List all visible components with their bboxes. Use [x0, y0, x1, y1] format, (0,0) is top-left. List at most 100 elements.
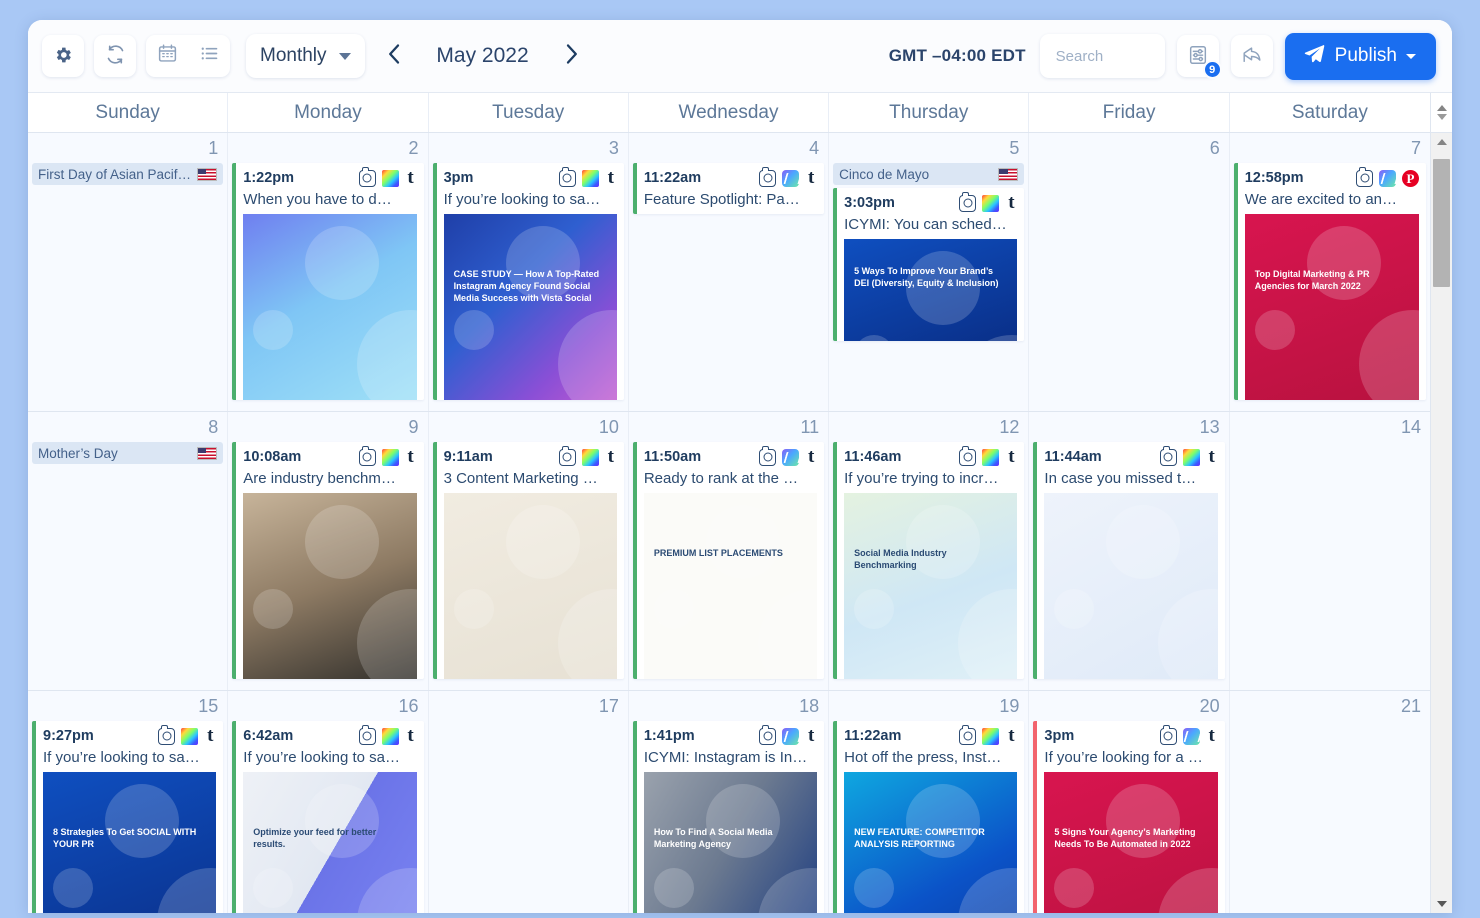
- post-network-icons: t: [358, 725, 417, 745]
- us-flag-icon: [197, 167, 218, 181]
- scrollbar-thumb[interactable]: [1433, 159, 1450, 287]
- day-of-week-wednesday: Wednesday: [629, 93, 830, 132]
- thumbnail-decoration: [958, 335, 1018, 341]
- day-number: 10: [598, 417, 619, 437]
- day-cell-18[interactable]: 18 1:41pm t ICYMI: Instagram is In… How To F…: [628, 691, 830, 913]
- scrollbar-track[interactable]: [1431, 151, 1452, 895]
- scheduled-post-card[interactable]: 1:41pm t ICYMI: Instagram is In… How To Fin…: [632, 721, 825, 913]
- scheduled-post-card[interactable]: 9:27pm t If you’re looking to sa… 8 Strateg…: [32, 721, 224, 913]
- scheduled-post-card[interactable]: 9:11am t 3 Content Marketing …: [432, 442, 624, 679]
- scheduled-post-card[interactable]: 12:58pm P We are excited to an… Top Digital…: [1233, 163, 1426, 400]
- day-cell-17[interactable]: 17: [428, 691, 629, 913]
- post-network-icons: t: [158, 725, 216, 745]
- day-cell-16[interactable]: 16 6:42am t If you’re looking to sa… Optimiz…: [228, 691, 429, 913]
- day-cell-7[interactable]: 7 12:58pm P We are excited to an… Top Digita…: [1229, 133, 1430, 411]
- calendar-scrollbar[interactable]: [1430, 93, 1452, 913]
- day-cell-20[interactable]: 20 3pm t If you’re looking for a … 5 Signs Y…: [1029, 691, 1230, 913]
- day-cell-14[interactable]: 14: [1229, 412, 1430, 690]
- search-input[interactable]: [1039, 34, 1165, 78]
- scheduled-post-card[interactable]: 10:08am t Are industry benchm…: [232, 442, 424, 679]
- day-of-week-friday: Friday: [1029, 93, 1230, 132]
- next-month-button[interactable]: [565, 43, 579, 70]
- day-cell-13[interactable]: 13 11:44am t In case you missed t…: [1029, 412, 1230, 690]
- scheduled-post-card[interactable]: 11:22am t Hot off the press, Inst… NEW FEAT…: [833, 721, 1025, 913]
- list-view-button[interactable]: [188, 35, 230, 77]
- calendar-week-row: 15 9:27pm t If you’re looking to sa… 8 Strat…: [28, 691, 1430, 913]
- scroll-down-button[interactable]: [1431, 895, 1452, 913]
- thumbnail-decoration: [1254, 310, 1295, 350]
- calendar-view-button[interactable]: [146, 35, 188, 77]
- scheduled-post-card[interactable]: 11:50am t Ready to rank at the … PREMIUM LI…: [632, 442, 825, 679]
- thumbnail-caption: 8 Strategies To Get SOCIAL WITH YOUR PR: [53, 827, 197, 849]
- day-cell-8[interactable]: 8 Mother’s Day: [28, 412, 229, 690]
- post-network-icons: P: [1356, 167, 1419, 187]
- current-month-label: May 2022: [436, 44, 529, 67]
- prev-month-button[interactable]: [387, 43, 401, 70]
- calendar-week-row: 1 First Day of Asian Pacif… 2 1:22pm t When y…: [28, 133, 1430, 412]
- day-number: 18: [799, 696, 820, 716]
- post-header: 1:41pm t: [643, 725, 817, 746]
- day-cell-4[interactable]: 4 11:22am t Feature Spotlight: Pa…: [628, 133, 830, 411]
- holiday-badge[interactable]: Mother’s Day: [32, 442, 224, 464]
- day-number: 21: [1400, 696, 1421, 716]
- scheduled-post-card[interactable]: 3pm t If you’re looking to sa… CASE STUDY —…: [432, 163, 624, 400]
- holiday-badge[interactable]: First Day of Asian Pacif…: [32, 163, 224, 185]
- post-time: 1:41pm: [643, 728, 695, 744]
- post-title: If you’re looking for a …: [1044, 749, 1203, 766]
- post-network-icons: t: [959, 446, 1017, 466]
- share-button[interactable]: [1230, 35, 1273, 77]
- thumbnail-caption: 5 Ways To Improve Your Brand’s DEI (Dive…: [854, 266, 999, 288]
- view-mode-dropdown[interactable]: Monthly: [246, 34, 365, 78]
- gear-icon: [53, 45, 73, 68]
- rainbow-square-icon: [982, 727, 1000, 745]
- post-title: ICYMI: You can sched…: [844, 216, 1007, 233]
- day-cell-2[interactable]: 2 1:22pm t When you have to d…: [228, 133, 429, 411]
- post-header: 12:58pm P: [1245, 167, 1419, 188]
- scheduled-post-card[interactable]: 3pm t If you’re looking for a … 5 Signs You…: [1033, 721, 1225, 913]
- thumbnail-decoration: [357, 310, 417, 400]
- post-time: 3pm: [443, 170, 474, 186]
- tumblr-icon: t: [1008, 191, 1015, 213]
- toolbar: Monthly May 2022 GMT –04:00 EDT Search 9…: [28, 20, 1452, 92]
- day-of-week-saturday: Saturday: [1291, 101, 1368, 123]
- settings-button[interactable]: [42, 35, 84, 77]
- holiday-badge[interactable]: Cinco de Mayo: [833, 163, 1025, 185]
- tumblr-icon: t: [1208, 724, 1215, 746]
- thumbnail-caption: PREMIUM LIST PLACEMENTS: [653, 548, 783, 558]
- day-of-week-tuesday: Tuesday: [429, 93, 629, 132]
- day-cell-1[interactable]: 1 First Day of Asian Pacif…: [28, 133, 229, 411]
- post-time: 3pm: [1044, 728, 1075, 744]
- post-title: Ready to rank at the …: [643, 470, 799, 487]
- rainbow-square-icon: [982, 448, 1000, 466]
- post-network-icons: t: [759, 446, 817, 466]
- day-cell-9[interactable]: 9 10:08am t Are industry benchm…: [228, 412, 429, 690]
- post-network-icons: t: [358, 446, 417, 466]
- scheduled-post-card[interactable]: 11:44am t In case you missed t…: [1033, 442, 1225, 679]
- day-cell-19[interactable]: 19 11:22am t Hot off the press, Inst… NEW FE…: [829, 691, 1030, 913]
- day-cell-5[interactable]: 5 Cinco de Mayo 3:03pm t ICYMI: You can sche…: [829, 133, 1030, 411]
- scheduled-post-card[interactable]: 3:03pm t ICYMI: You can sched… 5 Ways To Im…: [833, 188, 1025, 341]
- day-of-week-thursday: Thursday: [829, 93, 1030, 132]
- tumblr-icon: t: [607, 445, 614, 467]
- rainbow-square-icon: [1182, 448, 1200, 466]
- publish-button[interactable]: Publish: [1284, 32, 1436, 80]
- day-cell-6[interactable]: 6: [1029, 133, 1230, 411]
- day-cell-15[interactable]: 15 9:27pm t If you’re looking to sa… 8 Strat…: [28, 691, 229, 913]
- scheduled-post-card[interactable]: 1:22pm t When you have to d…: [232, 163, 424, 400]
- scheduled-post-card[interactable]: 6:42am t If you’re looking to sa… Optimize …: [232, 721, 424, 913]
- thumbnail-caption: Social Media Industry Benchmarking: [854, 548, 947, 570]
- day-number: 16: [398, 696, 419, 716]
- day-cell-11[interactable]: 11 11:50am t Ready to rank at the … PREMIUM …: [628, 412, 830, 690]
- rainbow-square-icon: [381, 727, 399, 745]
- scroll-up-button[interactable]: [1431, 133, 1452, 151]
- post-thumbnail: NEW FEATURE: COMPETITOR ANALYSIS REPORTI…: [844, 772, 1018, 913]
- scheduled-post-card[interactable]: 11:46am t If you’re trying to incr… Social …: [833, 442, 1025, 679]
- day-cell-10[interactable]: 10 9:11am t 3 Content Marketing …: [428, 412, 629, 690]
- day-cell-12[interactable]: 12 11:46am t If you’re trying to incr… Socia…: [829, 412, 1030, 690]
- thumbnail-decoration: [357, 868, 417, 913]
- scheduled-post-card[interactable]: 11:22am t Feature Spotlight: Pa…: [632, 163, 825, 214]
- day-cell-21[interactable]: 21: [1229, 691, 1430, 913]
- day-cell-3[interactable]: 3 3pm t If you’re looking to sa… CASE STUDY …: [428, 133, 629, 411]
- refresh-button[interactable]: [94, 35, 136, 77]
- wave-gradient-icon: [782, 448, 800, 466]
